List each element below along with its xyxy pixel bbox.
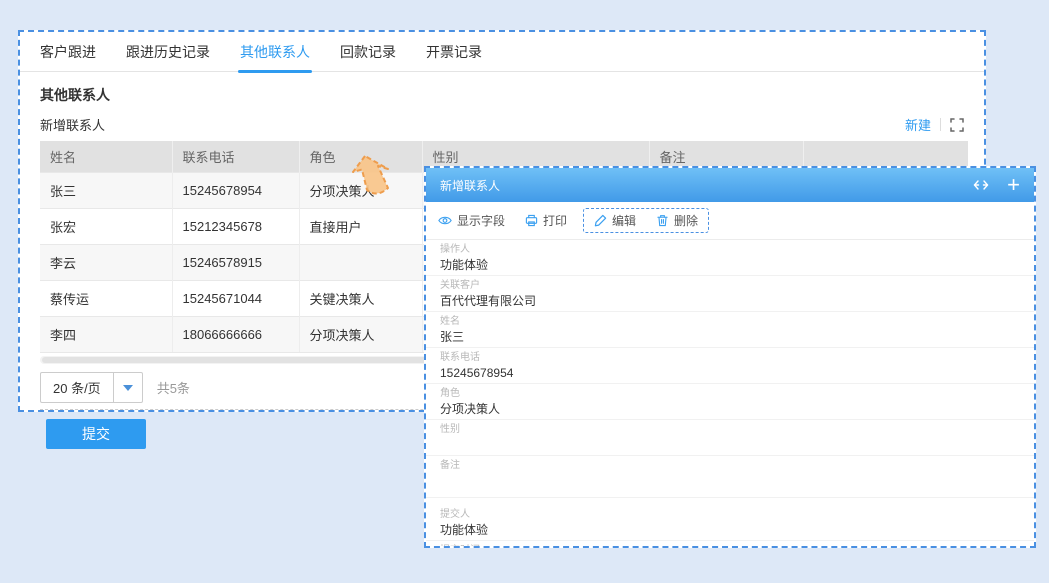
field-label: 提交人 bbox=[440, 509, 1020, 520]
eye-icon bbox=[438, 215, 452, 226]
cell-phone: 15245678954 bbox=[172, 173, 299, 209]
tab-payment-records[interactable]: 回款记录 bbox=[340, 32, 396, 72]
panel-header: 新增联系人 + bbox=[426, 168, 1034, 202]
resize-horizontal-icon[interactable] bbox=[973, 179, 989, 191]
field-list: 操作人 功能体验 关联客户 百代代理有限公司 姓名 张三 联系电话 152456… bbox=[426, 240, 1034, 548]
submit-button[interactable]: 提交 bbox=[46, 419, 146, 449]
show-fields-label: 显示字段 bbox=[457, 212, 505, 229]
tab-followup-history[interactable]: 跟进历史记录 bbox=[126, 32, 210, 72]
cell-phone: 15212345678 bbox=[172, 209, 299, 245]
printer-icon bbox=[525, 214, 538, 227]
delete-label: 删除 bbox=[674, 212, 698, 229]
cell-role: 关键决策人 bbox=[299, 281, 422, 317]
cell-phone: 15245671044 bbox=[172, 281, 299, 317]
edit-label: 编辑 bbox=[612, 212, 636, 229]
panel-header-icons: + bbox=[973, 175, 1020, 195]
new-contact-button[interactable]: 新建 bbox=[905, 115, 931, 134]
cell-role: 分项决策人 bbox=[299, 317, 422, 353]
field-label: 提交时间 bbox=[440, 545, 1020, 548]
cell-name: 李云 bbox=[40, 245, 172, 281]
page-title: 其他联系人 bbox=[40, 85, 964, 105]
field-value bbox=[440, 438, 1020, 452]
field-value: 功能体验 bbox=[440, 258, 1020, 272]
delete-button[interactable]: 删除 bbox=[656, 212, 698, 229]
print-label: 打印 bbox=[543, 212, 567, 229]
contact-detail-panel: 新增联系人 + 显示字段 打印 bbox=[424, 166, 1036, 548]
cell-phone: 18066666666 bbox=[172, 317, 299, 353]
show-fields-button[interactable]: 显示字段 bbox=[438, 212, 505, 229]
cell-name: 李四 bbox=[40, 317, 172, 353]
field-role: 角色 分项决策人 bbox=[426, 384, 1034, 420]
field-value: 功能体验 bbox=[440, 523, 1020, 537]
cell-phone: 15246578915 bbox=[172, 245, 299, 281]
field-note: 备注 bbox=[426, 456, 1034, 498]
field-value: 张三 bbox=[440, 330, 1020, 344]
field-label: 联系电话 bbox=[440, 352, 1020, 363]
field-label: 角色 bbox=[440, 388, 1020, 399]
edit-delete-group: 编辑 删除 bbox=[583, 208, 709, 233]
field-label: 性别 bbox=[440, 424, 1020, 435]
arrow-annotation bbox=[350, 153, 400, 204]
tab-invoice-records[interactable]: 开票记录 bbox=[426, 32, 482, 72]
tab-bar: 客户跟进 跟进历史记录 其他联系人 回款记录 开票记录 bbox=[20, 32, 984, 72]
chevron-down-icon bbox=[123, 385, 133, 391]
field-value: 百代代理有限公司 bbox=[440, 294, 1020, 308]
pencil-icon bbox=[594, 214, 607, 227]
field-related-customer: 关联客户 百代代理有限公司 bbox=[426, 276, 1034, 312]
page-size-value: 20 条/页 bbox=[41, 373, 113, 402]
cell-name: 张三 bbox=[40, 173, 172, 209]
field-value: 15245678954 bbox=[440, 366, 1020, 380]
cell-name: 张宏 bbox=[40, 209, 172, 245]
dropdown-arrow-box[interactable] bbox=[113, 373, 142, 402]
trash-icon bbox=[656, 214, 669, 227]
print-button[interactable]: 打印 bbox=[525, 212, 567, 229]
total-count: 共5条 bbox=[157, 378, 190, 397]
tab-other-contacts[interactable]: 其他联系人 bbox=[240, 32, 310, 72]
field-value: 分项决策人 bbox=[440, 402, 1020, 416]
page-size-select[interactable]: 20 条/页 bbox=[40, 372, 143, 403]
table-actions: 新建 bbox=[905, 115, 964, 134]
field-name: 姓名 张三 bbox=[426, 312, 1034, 348]
field-label: 姓名 bbox=[440, 316, 1020, 327]
field-value bbox=[440, 474, 1020, 494]
field-label: 备注 bbox=[440, 460, 1020, 471]
cell-role bbox=[299, 245, 422, 281]
cell-name: 蔡传运 bbox=[40, 281, 172, 317]
subform-title: 新增联系人 bbox=[40, 115, 105, 134]
tab-customer-followup[interactable]: 客户跟进 bbox=[40, 32, 96, 72]
col-header-phone: 联系电话 bbox=[172, 141, 299, 173]
panel-toolbar: 显示字段 打印 编辑 删除 bbox=[426, 202, 1034, 240]
table-toolbar: 新增联系人 新建 bbox=[40, 115, 964, 134]
col-header-name: 姓名 bbox=[40, 141, 172, 173]
fullscreen-icon[interactable] bbox=[950, 118, 964, 132]
field-submitter: 提交人 功能体验 bbox=[426, 505, 1034, 541]
cell-role: 直接用户 bbox=[299, 209, 422, 245]
field-label: 操作人 bbox=[440, 244, 1020, 255]
field-label: 关联客户 bbox=[440, 280, 1020, 291]
divider bbox=[940, 118, 941, 131]
field-operator: 操作人 功能体验 bbox=[426, 240, 1034, 276]
field-gender: 性别 bbox=[426, 420, 1034, 456]
panel-title: 新增联系人 bbox=[440, 177, 500, 194]
field-phone: 联系电话 15245678954 bbox=[426, 348, 1034, 384]
edit-button[interactable]: 编辑 bbox=[594, 212, 636, 229]
field-submit-time: 提交时间 2021-05-08 11:17:47 bbox=[426, 541, 1034, 548]
plus-icon[interactable]: + bbox=[1007, 175, 1020, 195]
